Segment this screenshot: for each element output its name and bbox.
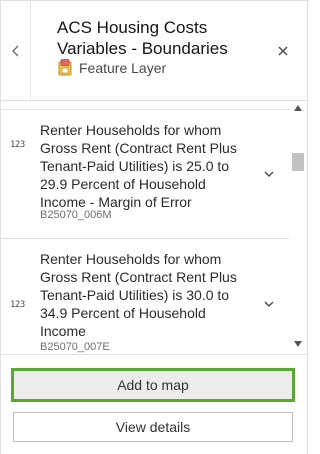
list-item-partial [1, 101, 289, 110]
panel-header: ACS Housing Costs Variables - Boundaries… [1, 1, 307, 101]
field-code: B25070_006M [40, 209, 112, 221]
scrollbar[interactable] [290, 101, 307, 354]
layer-type-row: Feature Layer [57, 59, 166, 77]
layer-details-panel: ACS Housing Costs Variables - Boundaries… [0, 0, 308, 454]
number-type-icon: 123 [10, 300, 25, 310]
scroll-down-icon[interactable] [294, 341, 302, 347]
number-type-icon: 123 [10, 140, 25, 150]
feature-layer-icon [58, 59, 72, 76]
list-item[interactable]: 123 Renter Households for whom Gross Ren… [1, 240, 289, 354]
layer-title: ACS Housing Costs Variables - Boundaries [57, 18, 228, 58]
field-label: Renter Households for whom Gross Rent (C… [40, 122, 237, 210]
view-details-button[interactable]: View details [13, 412, 293, 442]
chevron-left-icon [11, 45, 18, 56]
layer-type-label: Feature Layer [79, 60, 167, 76]
list-item[interactable]: 123 Renter Households for whom Gross Ren… [1, 111, 289, 239]
chevron-down-icon[interactable] [263, 298, 275, 310]
close-button[interactable] [273, 41, 293, 61]
field-list: 123 Renter Households for whom Gross Ren… [1, 101, 307, 354]
panel-footer: Add to map View details [1, 354, 307, 454]
field-label: Renter Households for whom Gross Rent (C… [40, 251, 237, 339]
add-to-map-button[interactable]: Add to map [11, 368, 295, 402]
field-code: B25070_007E [40, 341, 110, 353]
close-icon [278, 46, 288, 56]
chevron-down-icon[interactable] [263, 168, 275, 180]
back-button[interactable] [1, 1, 31, 100]
scroll-up-icon[interactable] [294, 105, 302, 111]
scrollbar-thumb[interactable] [292, 153, 304, 171]
